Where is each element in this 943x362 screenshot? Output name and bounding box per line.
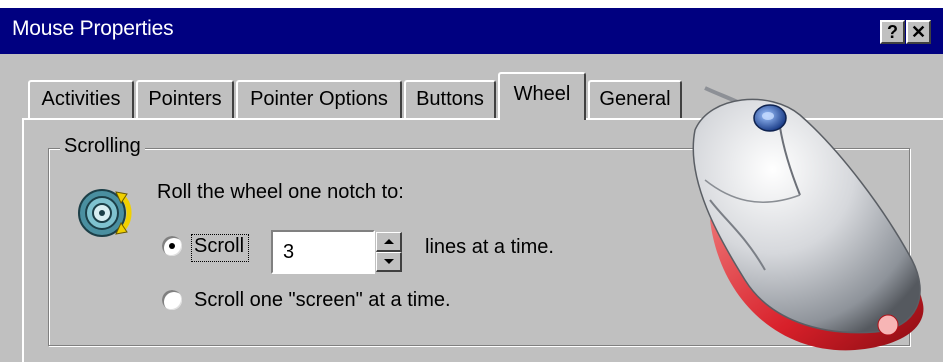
tab-wheel[interactable]: Wheel <box>498 72 586 120</box>
scrolling-group-label: Scrolling <box>60 135 145 158</box>
window-title: Mouse Properties <box>12 17 174 40</box>
spin-up-button[interactable] <box>376 232 402 252</box>
radio-selected-dot <box>169 243 175 249</box>
scroll-lines-radio[interactable] <box>162 236 182 256</box>
tab-buttons[interactable]: Buttons <box>404 80 496 118</box>
tab-pointer-options[interactable]: Pointer Options <box>236 80 402 118</box>
lines-suffix-label: lines at a time. <box>425 236 554 258</box>
wheel-instruction-text: Roll the wheel one notch to: <box>157 181 404 203</box>
spin-down-button[interactable] <box>376 252 402 272</box>
scroll-screen-radio[interactable] <box>162 290 182 310</box>
tab-pointers[interactable]: Pointers <box>136 80 234 118</box>
arrow-up-icon <box>384 239 394 244</box>
mouse-wheel-scroll-icon <box>74 182 136 249</box>
close-button[interactable]: ✕ <box>906 20 931 44</box>
mouse-illustration <box>650 70 940 360</box>
lines-spinner <box>376 232 402 272</box>
scroll-lines-label[interactable]: Scroll <box>194 235 244 258</box>
scroll-screen-label[interactable]: Scroll one "screen" at a time. <box>194 289 451 312</box>
lines-per-notch-input[interactable]: 3 <box>271 230 375 274</box>
help-button[interactable]: ? <box>880 20 905 44</box>
arrow-down-icon <box>384 259 394 264</box>
tab-activities[interactable]: Activities <box>28 80 134 118</box>
title-bar[interactable]: Mouse Properties ? ✕ <box>0 8 943 54</box>
